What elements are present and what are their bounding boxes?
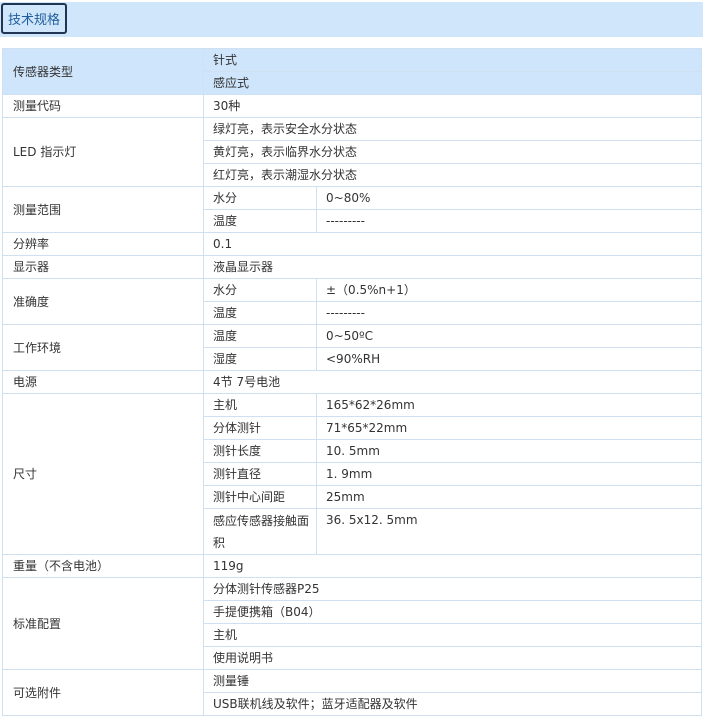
row-value: 主机	[202, 623, 703, 647]
table-row: 测量范围 水分 0~80%	[2, 186, 703, 233]
table-row: 工作环境 温度 0~50ºC	[2, 324, 703, 371]
row-label: LED 指示灯	[2, 117, 204, 187]
row-value: 25mm	[315, 485, 703, 509]
table-row: 电源 4节 7号电池	[2, 370, 703, 394]
table-row: 尺寸 主机 165*62*26mm	[2, 393, 703, 555]
row-key: 测针长度	[203, 439, 317, 463]
row-key: 测针中心间距	[203, 485, 317, 509]
row-key: 测针直径	[203, 462, 317, 486]
row-key: 温度	[203, 324, 317, 348]
row-value: 使用说明书	[202, 646, 703, 670]
row-value: <90%RH	[315, 347, 703, 371]
row-value: 71*65*22mm	[315, 416, 703, 440]
row-value: 绿灯亮，表示安全水分状态	[202, 117, 703, 141]
row-key: 感应传感器接触面积	[203, 508, 317, 555]
row-value: 0~80%	[315, 186, 703, 210]
row-value: 黄灯亮，表示临界水分状态	[202, 140, 703, 164]
row-label: 测量范围	[2, 186, 204, 233]
row-label: 测量代码	[2, 94, 204, 118]
row-value: 0.1	[202, 232, 703, 256]
row-value: 红灯亮，表示潮湿水分状态	[202, 163, 703, 187]
row-value: 165*62*26mm	[315, 393, 703, 417]
row-label: 电源	[2, 370, 204, 394]
row-value: 4节 7号电池	[202, 370, 703, 394]
row-value: 手提便携箱（B04）	[202, 600, 703, 624]
row-label: 传感器类型	[2, 48, 204, 95]
row-value: 10. 5mm	[315, 439, 703, 463]
row-value: 0~50ºC	[315, 324, 703, 348]
row-label: 尺寸	[2, 393, 204, 555]
spec-table: 传感器类型 针式 感应式 测量代码 30种 LED 指示灯 绿灯亮，表示安全水分…	[2, 48, 703, 716]
tab-bar: 技术规格	[0, 2, 703, 37]
table-row: 可选附件 测量锤	[2, 669, 703, 716]
row-key: 温度	[203, 301, 317, 325]
row-value: ±（0.5%n+1）	[315, 278, 703, 302]
row-value: 分体测针传感器P25	[202, 577, 703, 601]
table-row: LED 指示灯 绿灯亮，表示安全水分状态	[2, 117, 703, 187]
row-label: 显示器	[2, 255, 204, 279]
row-key: 湿度	[203, 347, 317, 371]
tab-tech-specs[interactable]: 技术规格	[1, 3, 67, 34]
row-label: 准确度	[2, 278, 204, 325]
row-label: 重量（不含电池）	[2, 554, 204, 578]
row-value: ---------	[315, 301, 703, 325]
row-value: 1. 9mm	[315, 462, 703, 486]
row-key: 水分	[203, 278, 317, 302]
row-label: 标准配置	[2, 577, 204, 670]
table-row: 显示器 液晶显示器	[2, 255, 703, 279]
row-value: 感应式	[202, 71, 703, 95]
row-label: 可选附件	[2, 669, 204, 716]
table-row: 重量（不含电池） 119g	[2, 554, 703, 578]
row-value: 测量锤	[202, 669, 703, 693]
table-row: 标准配置 分体测针传感器P25	[2, 577, 703, 670]
row-value: 针式	[202, 48, 703, 72]
row-value: 36. 5x12. 5mm	[315, 508, 703, 555]
table-row: 准确度 水分 ±（0.5%n+1）	[2, 278, 703, 325]
row-label: 工作环境	[2, 324, 204, 371]
row-key: 温度	[203, 209, 317, 233]
row-value: 30种	[202, 94, 703, 118]
row-key: 分体测针	[203, 416, 317, 440]
table-row: 测量代码 30种	[2, 94, 703, 118]
row-label: 分辨率	[2, 232, 204, 256]
row-value: USB联机线及软件；蓝牙适配器及软件	[202, 692, 703, 716]
row-key: 水分	[203, 186, 317, 210]
table-row: 分辨率 0.1	[2, 232, 703, 256]
table-row: 传感器类型 针式	[2, 48, 703, 95]
row-value: 液晶显示器	[202, 255, 703, 279]
row-value: 119g	[202, 554, 703, 578]
row-value: ---------	[315, 209, 703, 233]
row-key: 主机	[203, 393, 317, 417]
